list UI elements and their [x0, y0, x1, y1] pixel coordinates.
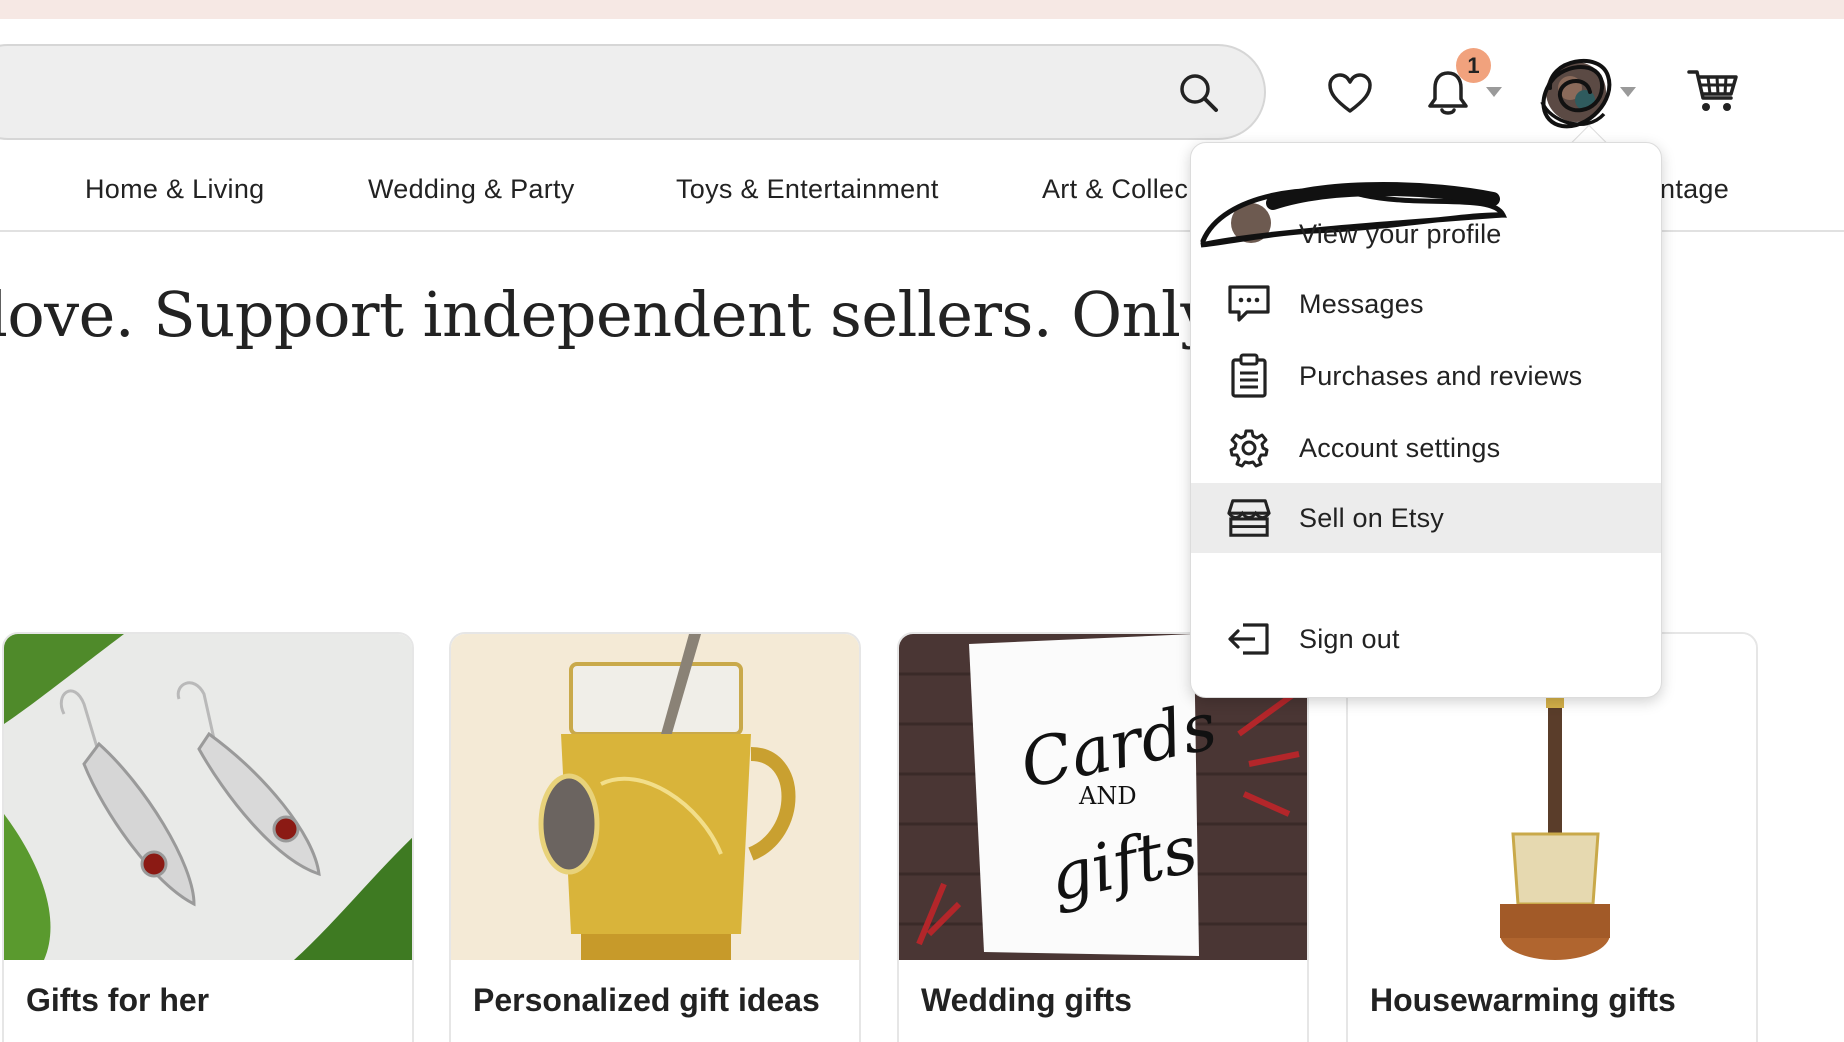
notification-badge: 1 [1456, 48, 1491, 83]
gear-icon [1227, 426, 1271, 470]
view-profile-label: View your profile [1299, 219, 1502, 249]
card-title: Wedding gifts [921, 982, 1132, 1018]
heart-icon [1328, 73, 1372, 113]
menu-item-messages[interactable]: Messages [1191, 269, 1661, 339]
category-vintage[interactable]: ntage [1660, 148, 1729, 230]
clipboard-icon [1227, 353, 1271, 398]
top-promo-strip [0, 0, 1844, 19]
menu-item-label: Account settings [1299, 432, 1501, 463]
menu-item-label: Purchases and reviews [1299, 360, 1583, 391]
menu-item-account-settings[interactable]: Account settings [1191, 413, 1661, 483]
category-wedding-party[interactable]: Wedding & Party [368, 148, 575, 230]
tea-glass-holder-image [451, 634, 859, 960]
cart-icon [1687, 70, 1738, 111]
chevron-down-icon[interactable] [1616, 82, 1640, 102]
chevron-down-icon[interactable] [1482, 82, 1506, 102]
search-icon [1180, 74, 1218, 112]
menu-item-sign-out[interactable]: Sign out [1191, 604, 1661, 674]
search-button[interactable] [1170, 64, 1228, 122]
card-title: Personalized gift ideas [473, 982, 820, 1018]
avatar [1540, 59, 1612, 129]
account-menu: View your profile Messages Purchases and… [1190, 142, 1662, 698]
gift-card-her[interactable]: Gifts for her [2, 632, 414, 1042]
menu-item-label: Messages [1299, 288, 1424, 319]
menu-item-label: Sign out [1299, 623, 1400, 654]
view-profile-item[interactable]: View your profile [1191, 173, 1661, 263]
category-home-living[interactable]: Home & Living [85, 148, 264, 230]
shop-icon [1227, 496, 1271, 540]
cart-button[interactable] [1680, 62, 1746, 120]
card-title: Housewarming gifts [1370, 982, 1676, 1018]
menu-item-purchases[interactable]: Purchases and reviews [1191, 341, 1661, 411]
account-avatar-button[interactable] [1530, 48, 1622, 136]
gift-card-personalized[interactable]: Personalized gift ideas [449, 632, 861, 1042]
menu-item-sell-on-etsy[interactable]: Sell on Etsy [1191, 483, 1661, 553]
menu-item-label: Sell on Etsy [1299, 502, 1444, 533]
earrings-image [4, 634, 412, 960]
card-art-text: AND [1078, 782, 1137, 810]
messages-icon [1227, 282, 1271, 326]
favorites-button[interactable] [1322, 66, 1378, 122]
hero-tagline: love. Support independent sellers. Only … [0, 278, 1311, 351]
category-toys-entertainment[interactable]: Toys & Entertainment [676, 148, 939, 230]
card-title: Gifts for her [26, 982, 210, 1018]
category-art-collectibles[interactable]: Art & Collec [1042, 148, 1188, 230]
sign-out-icon [1227, 617, 1271, 661]
search-input[interactable] [0, 44, 1266, 140]
